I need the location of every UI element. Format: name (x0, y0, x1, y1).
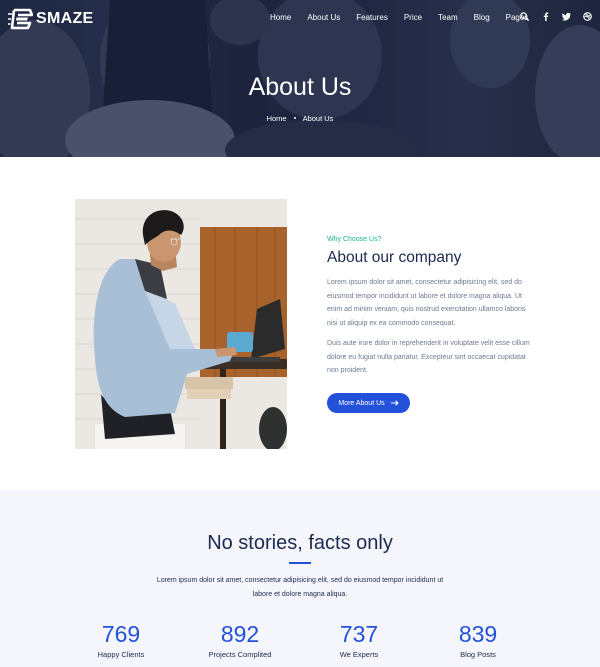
page-title: About Us (248, 73, 352, 101)
nav-item-features[interactable]: Features (356, 13, 388, 22)
top-navbar: SMAZE Home About Us Features Price Team … (0, 0, 600, 38)
counter-label: Happy Clients (97, 650, 145, 659)
facts-description: Lorem ipsum dolor sit amet, consectetur … (156, 577, 444, 598)
counter-projects-completed: 892 Projects Complited (190, 621, 290, 660)
nav-icon-group (520, 12, 592, 21)
facts-section: No stories, facts only Lorem ipsum dolor… (0, 490, 600, 667)
nav-item-home[interactable]: Home (270, 13, 291, 22)
about-paragraph-1: Lorem ipsum dolor sit amet, consectetur … (327, 279, 526, 327)
about-photo (75, 199, 287, 449)
nav-item-price[interactable]: Price (404, 13, 422, 22)
nav-item-team[interactable]: Team (438, 13, 458, 22)
more-about-us-button[interactable]: More About Us (327, 393, 410, 413)
dribbble-icon[interactable] (583, 12, 592, 21)
title-underline (289, 562, 311, 564)
hero-banner: SMAZE Home About Us Features Price Team … (0, 0, 600, 157)
counter-label: Blog Posts (460, 650, 496, 659)
counter-value: 737 (339, 621, 379, 647)
person-at-laptop-illustration (75, 199, 287, 449)
breadcrumb-separator (293, 117, 296, 119)
counter-value: 892 (220, 621, 260, 647)
nav-item-about-us[interactable]: About Us (307, 13, 340, 22)
counter-label: Projects Complited (208, 650, 272, 659)
arrow-right-icon (390, 400, 399, 406)
counter-we-experts: 737 We Experts (309, 621, 409, 660)
brand-name: SMAZE (36, 10, 94, 27)
breadcrumb-current: About Us (302, 114, 334, 123)
about-heading: About our company (327, 249, 462, 266)
counter-label: We Experts (339, 650, 379, 659)
twitter-icon[interactable] (562, 12, 571, 21)
main-nav: Home About Us Features Price Team Blog P… (270, 13, 528, 22)
about-section: Why Choose Us? About our company Lorem i… (0, 157, 600, 490)
nav-item-blog[interactable]: Blog (474, 13, 490, 22)
counter-blog-posts: 839 Blog Posts (428, 621, 528, 660)
breadcrumb-home-link[interactable]: Home (267, 114, 287, 123)
section-eyebrow: Why Choose Us? (327, 236, 382, 243)
logo-icon (8, 8, 33, 30)
counter-value: 839 (458, 621, 498, 647)
brand-logo[interactable]: SMAZE (8, 8, 94, 30)
counter-value: 769 (101, 621, 141, 647)
facebook-icon[interactable] (541, 12, 550, 21)
about-text-block: Why Choose Us? About our company Lorem i… (327, 236, 537, 378)
facts-title: No stories, facts only (207, 532, 393, 554)
breadcrumb: Home About Us (0, 114, 600, 123)
search-icon[interactable] (520, 12, 529, 21)
more-about-us-label: More About Us (338, 399, 385, 407)
counter-happy-clients: 769 Happy Clients (71, 621, 171, 660)
about-paragraph-2: Duis aute irure dolor in reprehenderit i… (327, 340, 530, 374)
